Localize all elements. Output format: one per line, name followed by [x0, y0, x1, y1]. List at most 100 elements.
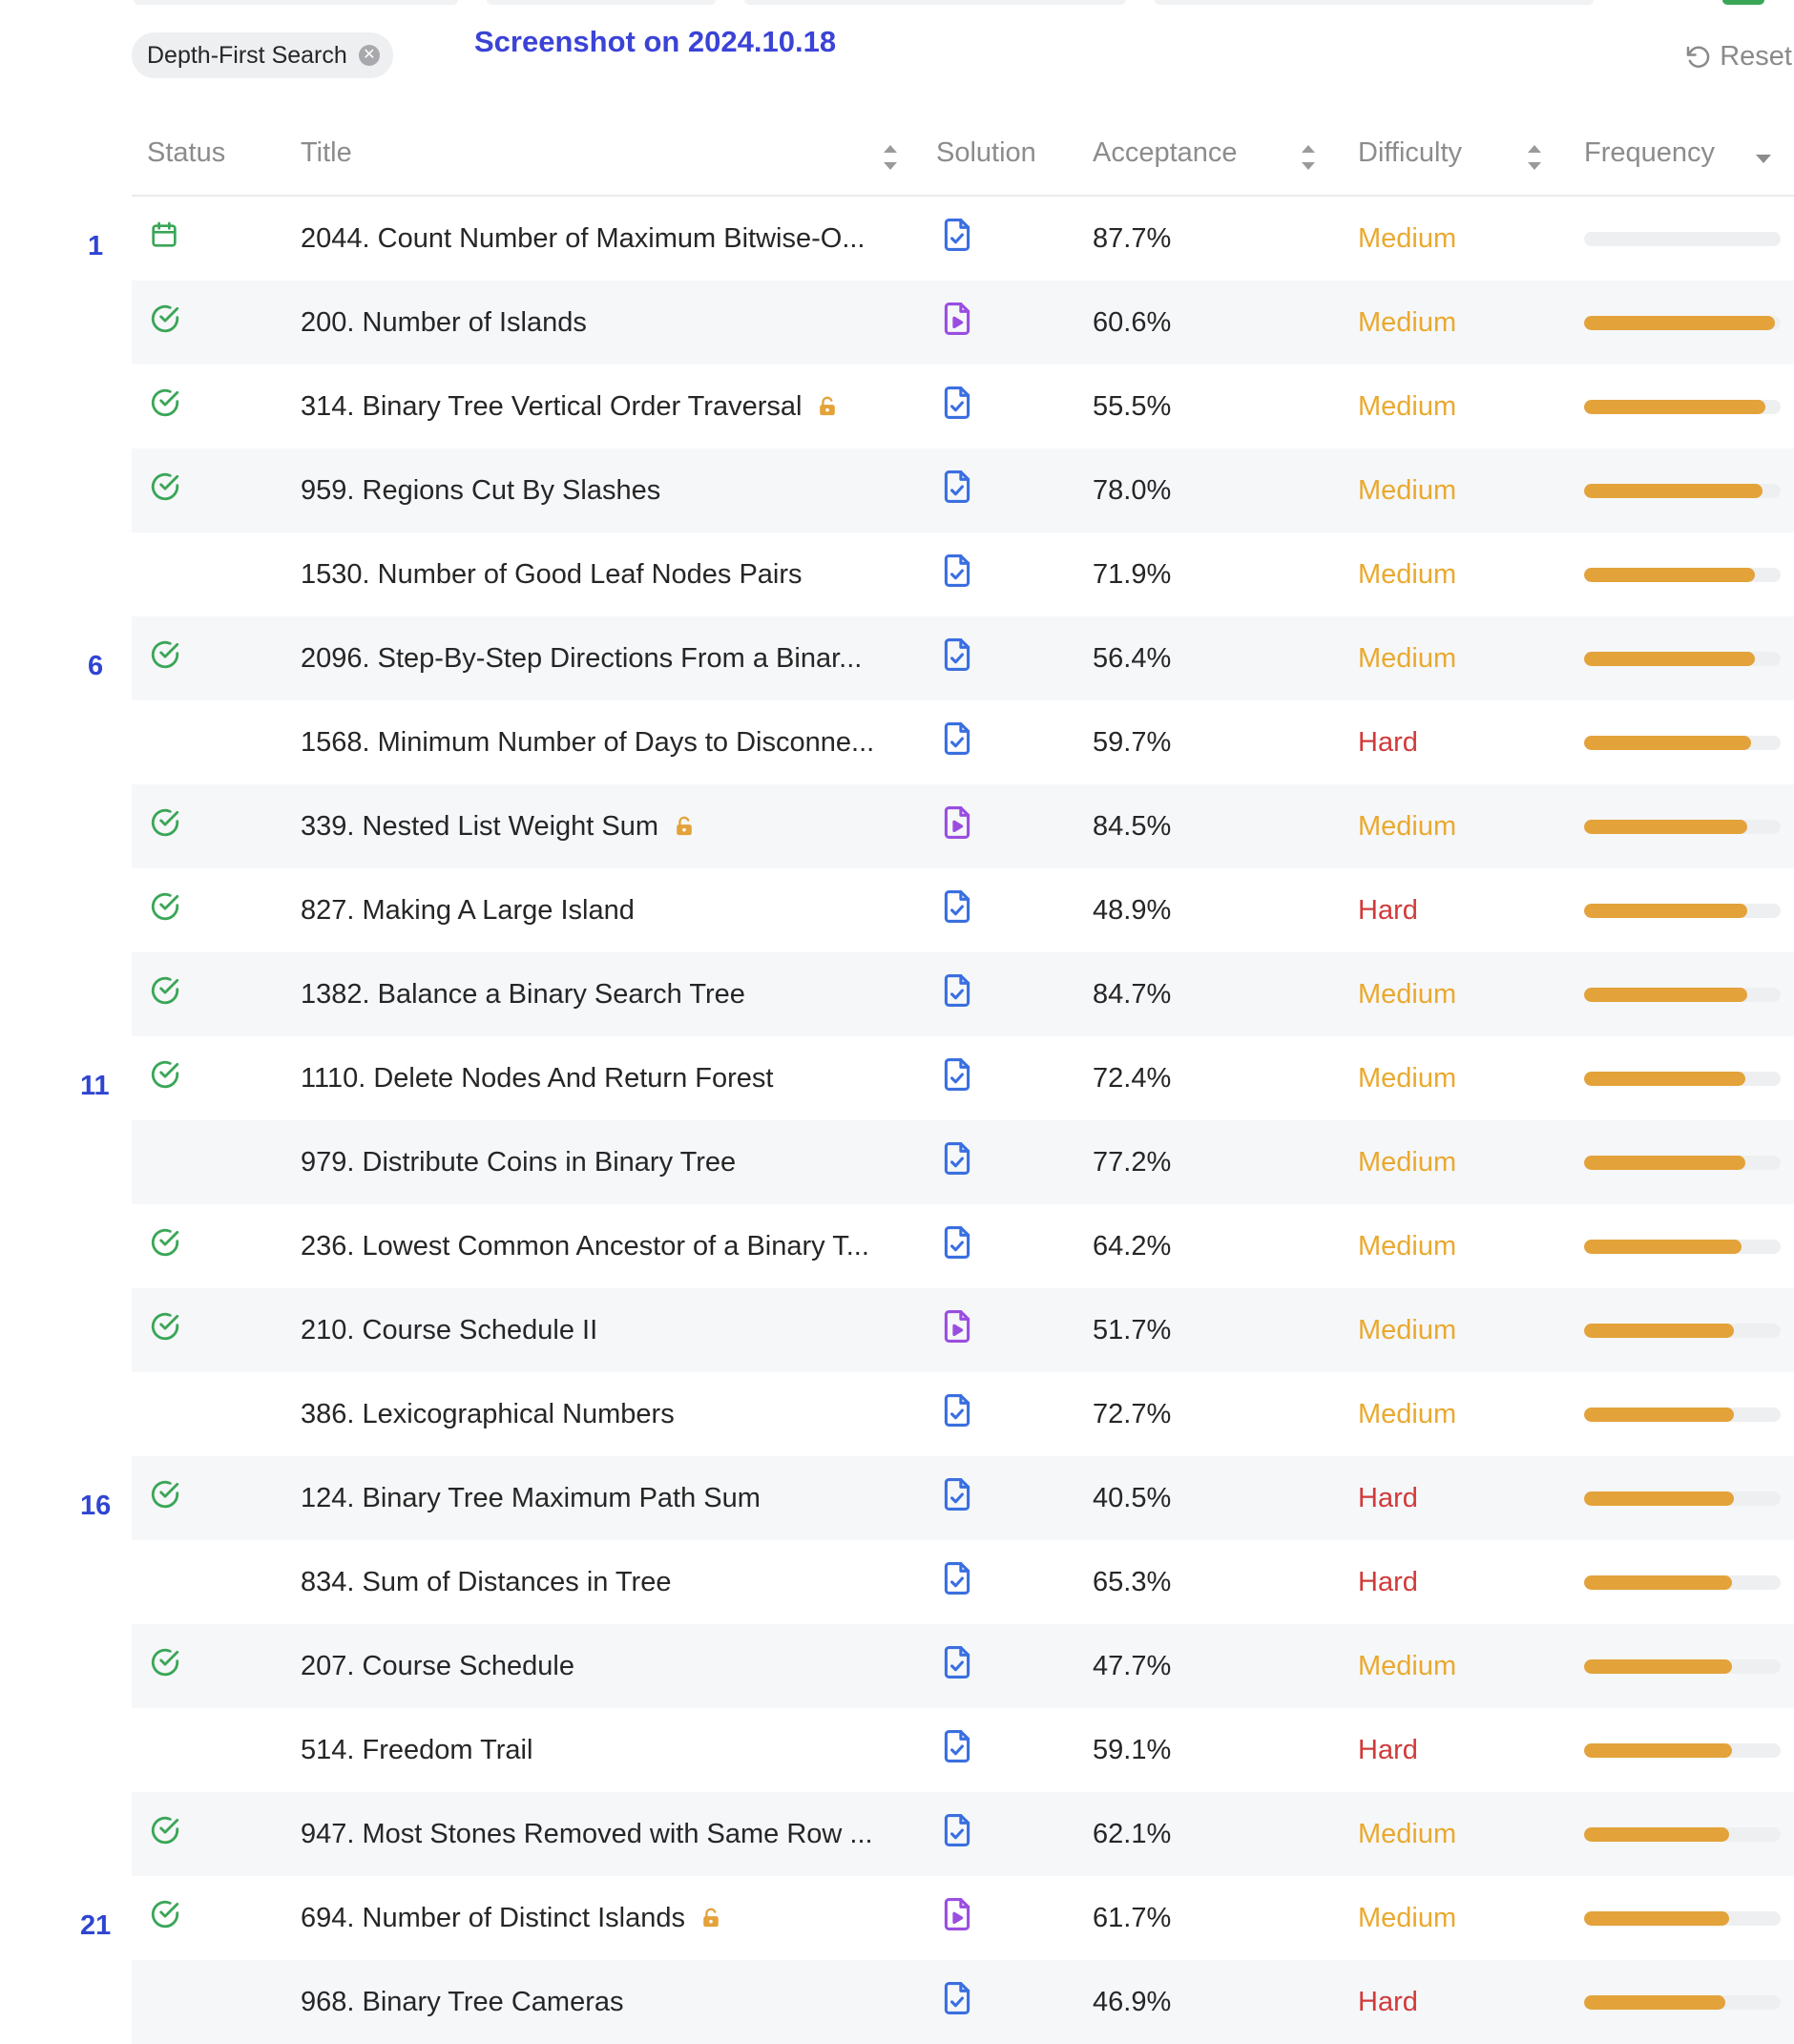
pick-one-button[interactable]: [1722, 0, 1764, 5]
table-row[interactable]: 210. Course Schedule II 51.7% Medium: [132, 1288, 1794, 1372]
article-solution-icon[interactable]: [941, 972, 973, 1016]
table-row[interactable]: 124. Binary Tree Maximum Path Sum 40.5% Ha…: [132, 1456, 1794, 1540]
article-solution-icon[interactable]: [941, 1140, 973, 1184]
article-solution-icon[interactable]: [941, 636, 973, 680]
table-row[interactable]: 207. Course Schedule 47.7% Medium: [132, 1624, 1794, 1708]
table-row[interactable]: 1530. Number of Good Leaf Nodes Pairs 71.…: [132, 532, 1794, 616]
status-cell: [149, 1036, 181, 1120]
problem-title-link[interactable]: 834. Sum of Distances in Tree: [301, 1567, 671, 1598]
column-header-frequency[interactable]: Frequency: [1584, 137, 1715, 169]
problem-title-link[interactable]: 236. Lowest Common Ancestor of a Binary …: [301, 1231, 869, 1262]
article-solution-icon[interactable]: [941, 1056, 973, 1100]
table-row[interactable]: 694. Number of Distinct Islands 61.7% Medi…: [132, 1876, 1794, 1960]
table-header: Status Title Solution Acceptance Difficu…: [132, 124, 1794, 197]
problem-title-cell: 2096. Step-By-Step Directions From a Bin…: [301, 616, 862, 700]
problem-title-link[interactable]: 124. Binary Tree Maximum Path Sum: [301, 1483, 761, 1514]
frequency-cell: [1584, 1372, 1781, 1456]
problem-title-link[interactable]: 207. Course Schedule: [301, 1651, 574, 1682]
table-row[interactable]: 1110. Delete Nodes And Return Forest 72.4…: [132, 1036, 1794, 1120]
problem-title-link[interactable]: 386. Lexicographical Numbers: [301, 1399, 675, 1430]
article-solution-icon[interactable]: [941, 1476, 973, 1520]
article-solution-icon[interactable]: [941, 888, 973, 932]
problem-title-link[interactable]: 2044. Count Number of Maximum Bitwise-O.…: [301, 223, 865, 255]
sort-difficulty-icon[interactable]: [1526, 145, 1543, 170]
problem-title-link[interactable]: 1382. Balance a Binary Search Tree: [301, 979, 745, 1011]
problem-title-link[interactable]: 694. Number of Distinct Islands: [301, 1903, 685, 1934]
difficulty-label: Hard: [1358, 1734, 1418, 1765]
top-filter-bar-edge: [134, 0, 1764, 6]
problem-title-link[interactable]: 2096. Step-By-Step Directions From a Bin…: [301, 643, 862, 675]
problem-title-link[interactable]: 827. Making A Large Island: [301, 895, 635, 927]
article-solution-icon[interactable]: [941, 1560, 973, 1604]
filter-dropdown-stub[interactable]: [744, 0, 1126, 5]
filter-dropdown-stub[interactable]: [134, 0, 458, 5]
solved-check-icon: [149, 1226, 181, 1266]
table-row[interactable]: 947. Most Stones Removed with Same Row .…: [132, 1792, 1794, 1876]
article-solution-icon[interactable]: [941, 1812, 973, 1856]
problem-title-link[interactable]: 1568. Minimum Number of Days to Disconne…: [301, 727, 874, 759]
table-row[interactable]: 1382. Balance a Binary Search Tree 84.7% M…: [132, 952, 1794, 1036]
table-row[interactable]: 314. Binary Tree Vertical Order Traversa…: [132, 365, 1794, 448]
filter-dropdown-stub[interactable]: [487, 0, 716, 5]
daily-calendar-icon[interactable]: [149, 219, 179, 258]
table-row[interactable]: 959. Regions Cut By Slashes 78.0% Medium: [132, 448, 1794, 532]
problem-title-link[interactable]: 210. Course Schedule II: [301, 1315, 597, 1346]
problem-title-link[interactable]: 314. Binary Tree Vertical Order Traversa…: [301, 391, 802, 423]
problem-title-link[interactable]: 1110. Delete Nodes And Return Forest: [301, 1063, 773, 1095]
problem-title-link[interactable]: 339. Nested List Weight Sum: [301, 811, 658, 843]
table-row[interactable]: 386. Lexicographical Numbers 72.7% Medium: [132, 1372, 1794, 1456]
article-solution-icon[interactable]: [941, 1644, 973, 1688]
table-row[interactable]: 834. Sum of Distances in Tree 65.3% Hard: [132, 1540, 1794, 1624]
article-solution-icon[interactable]: [941, 1980, 973, 2024]
article-solution-icon[interactable]: [941, 1728, 973, 1772]
article-solution-icon[interactable]: [941, 385, 973, 428]
table-row[interactable]: 200. Number of Islands 60.6% Medium: [132, 281, 1794, 365]
column-header-difficulty[interactable]: Difficulty: [1358, 137, 1462, 169]
x-circle-icon[interactable]: ✕: [358, 45, 380, 66]
video-solution-icon[interactable]: [941, 804, 973, 848]
article-solution-icon[interactable]: [941, 217, 973, 261]
table-row[interactable]: 1568. Minimum Number of Days to Disconne…: [132, 700, 1794, 784]
table-row[interactable]: 339. Nested List Weight Sum 84.5% Medium: [132, 784, 1794, 868]
article-solution-icon[interactable]: [941, 553, 973, 596]
sort-title-icon[interactable]: [882, 145, 899, 170]
frequency-cell: [1584, 1120, 1781, 1204]
solution-cell: [941, 1708, 973, 1792]
solution-cell: [941, 281, 973, 365]
sort-frequency-desc-icon[interactable]: [1756, 155, 1771, 163]
video-solution-icon[interactable]: [941, 301, 973, 344]
frequency-bar-fill: [1584, 1575, 1732, 1590]
article-solution-icon[interactable]: [941, 1392, 973, 1436]
table-row[interactable]: 514. Freedom Trail 59.1% Hard: [132, 1708, 1794, 1792]
solved-check-icon: [149, 1814, 181, 1854]
video-solution-icon[interactable]: [941, 1896, 973, 1940]
column-header-acceptance[interactable]: Acceptance: [1093, 137, 1238, 169]
problem-title-link[interactable]: 1530. Number of Good Leaf Nodes Pairs: [301, 559, 803, 591]
table-row[interactable]: 2044. Count Number of Maximum Bitwise-O.…: [132, 197, 1794, 281]
problem-title-link[interactable]: 959. Regions Cut By Slashes: [301, 475, 660, 507]
column-header-title[interactable]: Title: [301, 137, 352, 169]
reset-button[interactable]: Reset: [1683, 41, 1792, 73]
acceptance-rate: 65.3%: [1093, 1566, 1172, 1597]
article-solution-icon[interactable]: [941, 469, 973, 512]
problem-title-link[interactable]: 979. Distribute Coins in Binary Tree: [301, 1147, 736, 1178]
frequency-bar: [1584, 1071, 1781, 1086]
article-solution-icon[interactable]: [941, 720, 973, 764]
search-input-stub[interactable]: [1155, 0, 1594, 5]
problem-title-link[interactable]: 947. Most Stones Removed with Same Row .…: [301, 1819, 873, 1850]
video-solution-icon[interactable]: [941, 1308, 973, 1352]
table-row[interactable]: 827. Making A Large Island 48.9% Hard: [132, 868, 1794, 952]
problem-title-cell: 339. Nested List Weight Sum: [301, 784, 695, 868]
table-row[interactable]: 979. Distribute Coins in Binary Tree 77.2…: [132, 1120, 1794, 1204]
table-row[interactable]: 236. Lowest Common Ancestor of a Binary …: [132, 1204, 1794, 1288]
frequency-cell: [1584, 700, 1781, 784]
filter-chip-depth-first-search[interactable]: Depth-First Search ✕: [132, 32, 393, 78]
article-solution-icon[interactable]: [941, 1224, 973, 1268]
sort-acceptance-icon[interactable]: [1300, 145, 1317, 170]
frequency-bar: [1584, 1575, 1781, 1590]
table-row[interactable]: 968. Binary Tree Cameras 46.9% Hard: [132, 1960, 1794, 2044]
problem-title-link[interactable]: 200. Number of Islands: [301, 307, 587, 339]
table-row[interactable]: 2096. Step-By-Step Directions From a Bin…: [132, 616, 1794, 700]
problem-title-cell: 979. Distribute Coins in Binary Tree: [301, 1120, 736, 1204]
problem-title-link[interactable]: 514. Freedom Trail: [301, 1735, 532, 1766]
